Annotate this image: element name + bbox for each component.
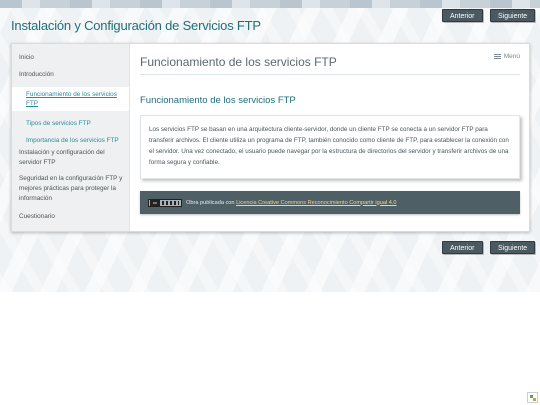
next-button-top[interactable]: Siguiente [490, 9, 536, 22]
previous-button-top[interactable]: Anterior [442, 9, 483, 22]
sidebar-item-importancia[interactable]: Importancia de los servicios FTP [12, 136, 129, 145]
next-button-bottom[interactable]: Siguiente [490, 241, 536, 254]
sidebar-item-introduccion[interactable]: Introducción [12, 70, 129, 79]
sidebar-item-instalacion[interactable]: Instalación y configuración del servidor… [12, 148, 129, 168]
content-box: Los servicios FTP se basan en una arquit… [140, 115, 520, 179]
page-footer-background [0, 292, 540, 405]
hamburger-icon [493, 53, 501, 60]
title-divider [140, 74, 520, 75]
sidebar-item-seguridad[interactable]: Seguridad en la configuración FTP y mejo… [12, 174, 129, 204]
main-content: Funcionamiento de los servicios FTP Menú… [140, 44, 520, 231]
menu-toggle[interactable]: Menú [493, 53, 520, 61]
menu-label: Menú [503, 53, 520, 61]
exelearning-icon[interactable] [527, 392, 538, 403]
sidebar-nav: Inicio Introducción Funcionamiento de lo… [12, 44, 130, 231]
site-title: Instalación y Configuración de Servicios… [11, 18, 261, 33]
sidebar-item-inicio[interactable]: Inicio [12, 53, 129, 62]
license-bar: cc Obra publicada con Licencia Creative … [140, 191, 520, 214]
content-paragraph: Los servicios FTP se basan en una arquit… [149, 126, 509, 166]
creative-commons-badge-icon[interactable]: cc [148, 198, 182, 207]
sidebar-item-tipos[interactable]: Tipos de servicios FTP [12, 119, 129, 128]
sidebar-item-funcionamiento[interactable]: Funcionamiento de los servicios FTP [12, 87, 129, 111]
license-text: Obra publicada con Licencia Creative Com… [186, 200, 397, 206]
license-prefix: Obra publicada con [186, 199, 237, 206]
page-title: Funcionamiento de los servicios FTP [140, 55, 337, 69]
sidebar-item-cuestionario[interactable]: Cuestionario [12, 212, 129, 221]
section-title: Funcionamiento de los servicios FTP [140, 95, 296, 106]
license-link[interactable]: Licencia Creative Commons Reconocimiento… [236, 200, 396, 206]
main-card: Inicio Introducción Funcionamiento de lo… [11, 43, 530, 232]
previous-button-bottom[interactable]: Anterior [442, 241, 483, 254]
